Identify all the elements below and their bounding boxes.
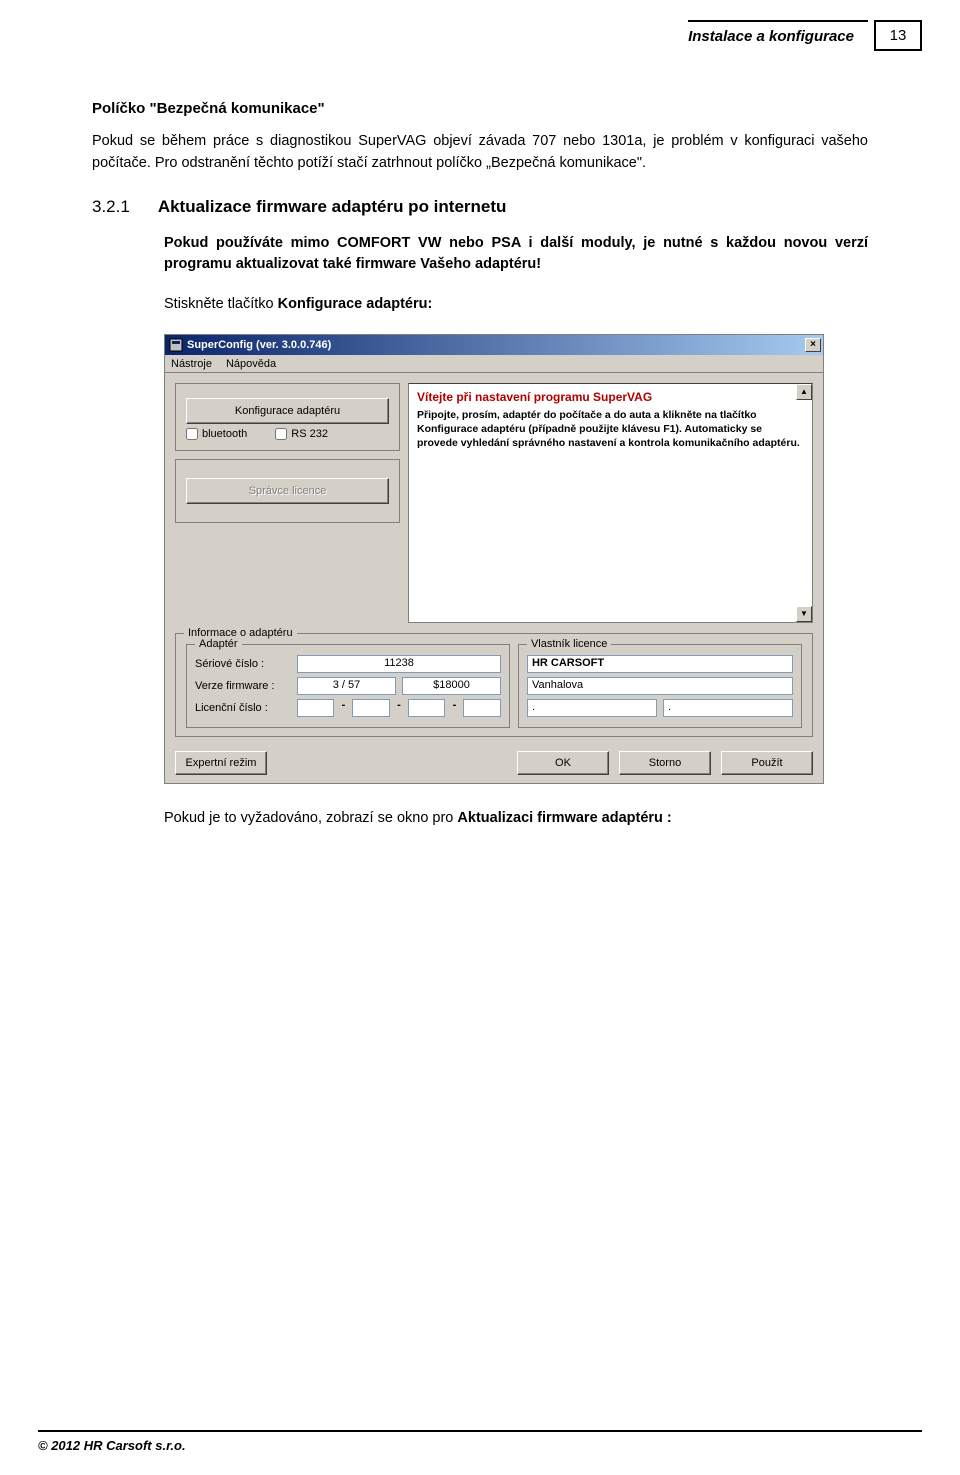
value-lic-a [297,699,334,717]
value-lic-c [408,699,445,717]
heading-number: 3.2.1 [92,197,130,217]
info-panel: ▲ Vítejte při nastavení programu SuperVA… [408,383,813,623]
group-adapter-legend: Adaptér [195,638,242,650]
superconfig-dialog: SuperConfig (ver. 3.0.0.746) × Nástroje … [164,334,824,784]
group-adapter-info: Informace o adaptéru Adaptér Sériové čís… [175,633,813,737]
paragraph-after-dialog: Pokud je to vyžadováno, zobrazí se okno … [164,810,868,826]
label-licence-no: Licenční číslo : [195,702,291,714]
group-adapter: Adaptér Sériové číslo : 11238 Verze firm… [186,644,510,728]
dialog-button-row: Expertní režim OK Storno Použít [175,751,813,777]
after-t1: Pokud je to vyžadováno, zobrazí se okno … [164,810,457,826]
menu-tools[interactable]: Nástroje [171,358,212,370]
page-number: 13 [874,20,922,51]
dialog-title: SuperConfig (ver. 3.0.0.746) [187,339,331,351]
after-t2: Aktualizaci firmware adaptéru : [457,810,671,826]
checkbox-rs232-input[interactable] [275,428,287,440]
checkbox-bluetooth-label: bluetooth [202,428,247,440]
expert-mode-button[interactable]: Expertní režim [175,751,267,775]
paragraph-firmware-warning: Pokud používáte mimo COMFORT VW nebo PSA… [164,233,868,277]
apply-button[interactable]: Použít [721,751,813,775]
owner-d1: . [527,699,657,717]
group-owner-legend: Vlastník licence [527,638,611,650]
lic-sep-3: - [451,699,457,717]
group-licence: Správce licence [175,459,400,523]
page-header: Instalace a konfigurace 13 [688,20,922,51]
scroll-down-icon[interactable]: ▼ [796,606,812,622]
menu-help[interactable]: Nápověda [226,358,276,370]
paragraph-press-button: Stiskněte tlačítko Konfigurace adaptéru: [164,294,868,316]
scroll-up-icon[interactable]: ▲ [796,384,812,400]
app-icon [169,338,183,352]
group-config: Konfigurace adaptéru bluetooth RS 232 [175,383,400,451]
value-firmware-b: $18000 [402,677,501,695]
owner-d2: . [663,699,793,717]
value-lic-b [352,699,389,717]
value-serial: 11238 [297,655,501,673]
owner-name: HR CARSOFT [527,655,793,673]
lic-sep-1: - [340,699,346,717]
welcome-title: Vítejte při nastavení programu SuperVAG [417,390,804,404]
value-firmware-a: 3 / 57 [297,677,396,695]
heading-321: 3.2.1 Aktualizace firmware adaptéru po i… [92,197,868,217]
close-icon[interactable]: × [805,338,821,352]
lic-sep-2: - [396,699,402,717]
checkbox-rs232[interactable]: RS 232 [275,428,328,440]
checkbox-bluetooth-input[interactable] [186,428,198,440]
label-serial: Sériové číslo : [195,658,291,670]
paragraph-press-button-b: Konfigurace adaptéru: [278,296,433,312]
header-section-title: Instalace a konfigurace [688,20,868,51]
subsection-title-bezpecna: Políčko "Bezpečná komunikace" [92,100,868,117]
licence-manager-button: Správce licence [186,478,389,504]
value-lic-d [463,699,500,717]
label-firmware: Verze firmware : [195,680,291,692]
config-adapter-button[interactable]: Konfigurace adaptéru [186,398,389,424]
ok-button[interactable]: OK [517,751,609,775]
heading-text: Aktualizace firmware adaptéru po interne… [158,197,507,217]
cancel-button[interactable]: Storno [619,751,711,775]
checkbox-rs232-label: RS 232 [291,428,328,440]
paragraph-press-button-a: Stiskněte tlačítko [164,296,278,312]
group-owner: Vlastník licence HR CARSOFT Vanhalova . … [518,644,802,728]
paragraph-bezpecna: Pokud se během práce s diagnostikou Supe… [92,131,868,175]
page-footer: © 2012 HR Carsoft s.r.o. [38,1430,922,1453]
welcome-body: Připojte, prosím, adaptér do počítače a … [417,408,804,451]
owner-line2: Vanhalova [527,677,793,695]
checkbox-bluetooth[interactable]: bluetooth [186,428,247,440]
dialog-titlebar[interactable]: SuperConfig (ver. 3.0.0.746) × [165,335,823,355]
menu-bar: Nástroje Nápověda [165,355,823,373]
